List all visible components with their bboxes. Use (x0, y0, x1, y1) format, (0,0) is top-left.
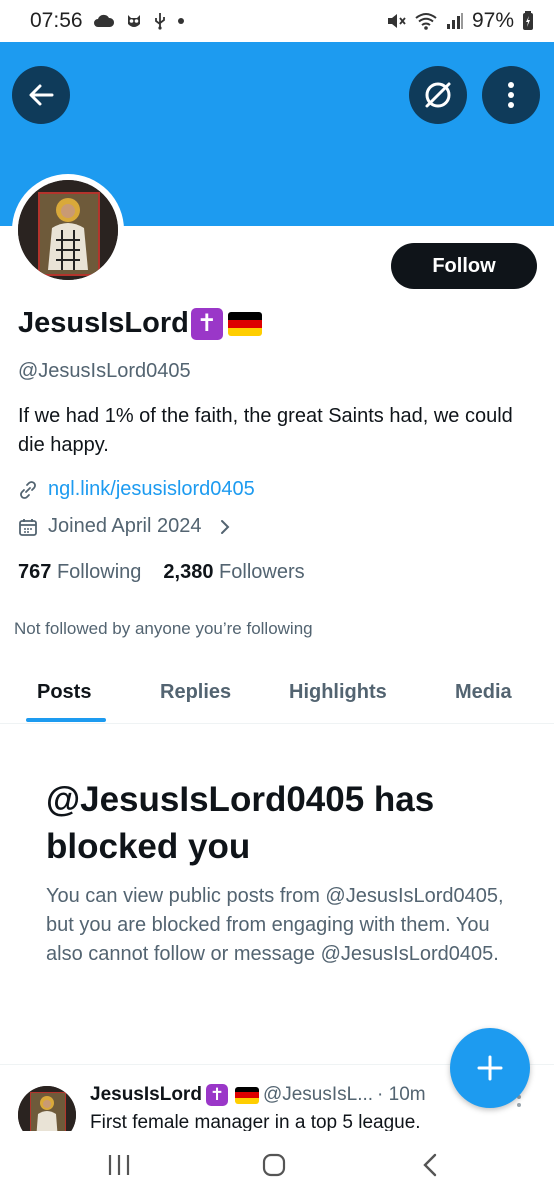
chevron-left-icon (423, 1153, 437, 1177)
home-icon (262, 1153, 286, 1177)
more-button[interactable] (482, 66, 540, 124)
status-bar: 07:56 97% (0, 0, 554, 42)
post-author-name[interactable]: JesusIsLord (90, 1084, 202, 1106)
post-header: JesusIsLord ✝ @JesusIsL... · 10m (90, 1084, 426, 1106)
not-followed-text: Not followed by anyone you’re following (14, 619, 313, 638)
blocked-description: You can view public posts from @JesusIsL… (46, 885, 504, 965)
tab-replies[interactable]: Replies (160, 662, 231, 722)
grok-icon (425, 82, 451, 108)
profile-tabs: Posts Replies Highlights Media (0, 662, 554, 724)
owl-icon (125, 12, 143, 30)
post-author-handle[interactable]: @JesusIsL... (263, 1084, 373, 1106)
display-name-text: JesusIsLord (18, 307, 189, 339)
chevron-right-icon (221, 519, 230, 534)
battery-percent: 97% (471, 9, 514, 32)
joined-date: Joined April 2024 (48, 515, 202, 537)
recent-apps-icon (108, 1155, 130, 1175)
profile-link[interactable]: ngl.link/jesusislord0405 (48, 478, 255, 501)
following-count: 767 (18, 561, 52, 583)
followers-count: 2,380 (163, 561, 214, 583)
usb-icon (153, 12, 167, 30)
follow-button[interactable]: Follow (391, 243, 537, 289)
system-nav-bar (0, 1131, 554, 1200)
joined-row[interactable]: Joined April 2024 (18, 515, 233, 538)
tab-posts[interactable]: Posts (37, 662, 91, 722)
grok-button[interactable] (409, 66, 467, 124)
cross-emoji-icon: ✝ (205, 1084, 228, 1106)
post-time: · 10m (377, 1084, 426, 1105)
calendar-icon (19, 518, 37, 536)
compose-button[interactable] (450, 1028, 530, 1108)
cloud-icon (93, 14, 115, 28)
tab-media[interactable]: Media (455, 662, 512, 722)
followers-link[interactable]: 2,380 Followers (163, 561, 304, 584)
cross-emoji-icon: ✝ (190, 307, 223, 340)
nav-back-button[interactable] (410, 1149, 450, 1181)
plus-icon (477, 1055, 503, 1081)
germany-flag-icon (227, 311, 262, 336)
back-button[interactable] (12, 66, 70, 124)
following-link[interactable]: 767 Following (18, 561, 141, 584)
more-vertical-icon (508, 82, 514, 108)
status-time: 07:56 (30, 9, 83, 32)
followers-label: Followers (219, 561, 305, 583)
germany-flag-icon (234, 1086, 259, 1104)
arrow-left-icon (29, 84, 54, 106)
link-icon (20, 480, 36, 499)
profile-avatar[interactable] (12, 174, 124, 286)
profile-link-row: ngl.link/jesusislord0405 (18, 478, 255, 501)
active-tab-indicator (26, 718, 106, 722)
profile-handle: @JesusIsLord0405 (18, 360, 191, 382)
signal-icon (446, 12, 464, 30)
profile-display-name: JesusIsLord ✝ (18, 307, 262, 340)
recent-apps-button[interactable] (99, 1149, 139, 1181)
battery-icon (522, 11, 534, 31)
tab-highlights[interactable]: Highlights (289, 662, 387, 722)
avatar-image (18, 180, 118, 280)
mute-icon (386, 12, 406, 30)
follow-counts: 767 Following 2,380 Followers (18, 561, 305, 584)
blocked-title: @JesusIsLord0405 has blocked you (46, 780, 435, 866)
wifi-icon (414, 12, 438, 30)
home-button[interactable] (254, 1149, 294, 1181)
profile-bio: If we had 1% of the faith, the great Sai… (18, 405, 513, 456)
following-label: Following (56, 561, 142, 583)
dot-icon (177, 17, 185, 25)
